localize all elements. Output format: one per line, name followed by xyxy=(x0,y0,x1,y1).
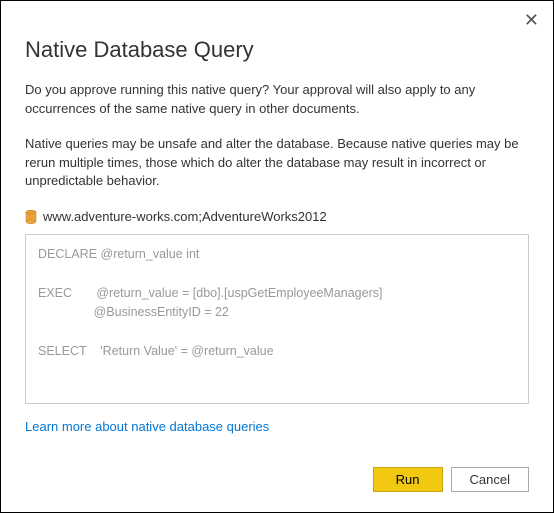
database-icon xyxy=(25,210,37,224)
warning-text: Native queries may be unsafe and alter t… xyxy=(25,135,529,192)
run-button[interactable]: Run xyxy=(373,467,443,492)
cancel-button[interactable]: Cancel xyxy=(451,467,529,492)
button-row: Run Cancel xyxy=(373,467,529,492)
database-source-row: www.adventure-works.com;AdventureWorks20… xyxy=(25,209,529,224)
close-icon[interactable]: ✕ xyxy=(524,11,539,29)
query-text-box: DECLARE @return_value int EXEC @return_v… xyxy=(25,234,529,404)
dialog-title: Native Database Query xyxy=(25,37,529,63)
approval-text: Do you approve running this native query… xyxy=(25,81,529,119)
database-source-text: www.adventure-works.com;AdventureWorks20… xyxy=(43,209,327,224)
learn-more-link[interactable]: Learn more about native database queries xyxy=(25,419,269,434)
